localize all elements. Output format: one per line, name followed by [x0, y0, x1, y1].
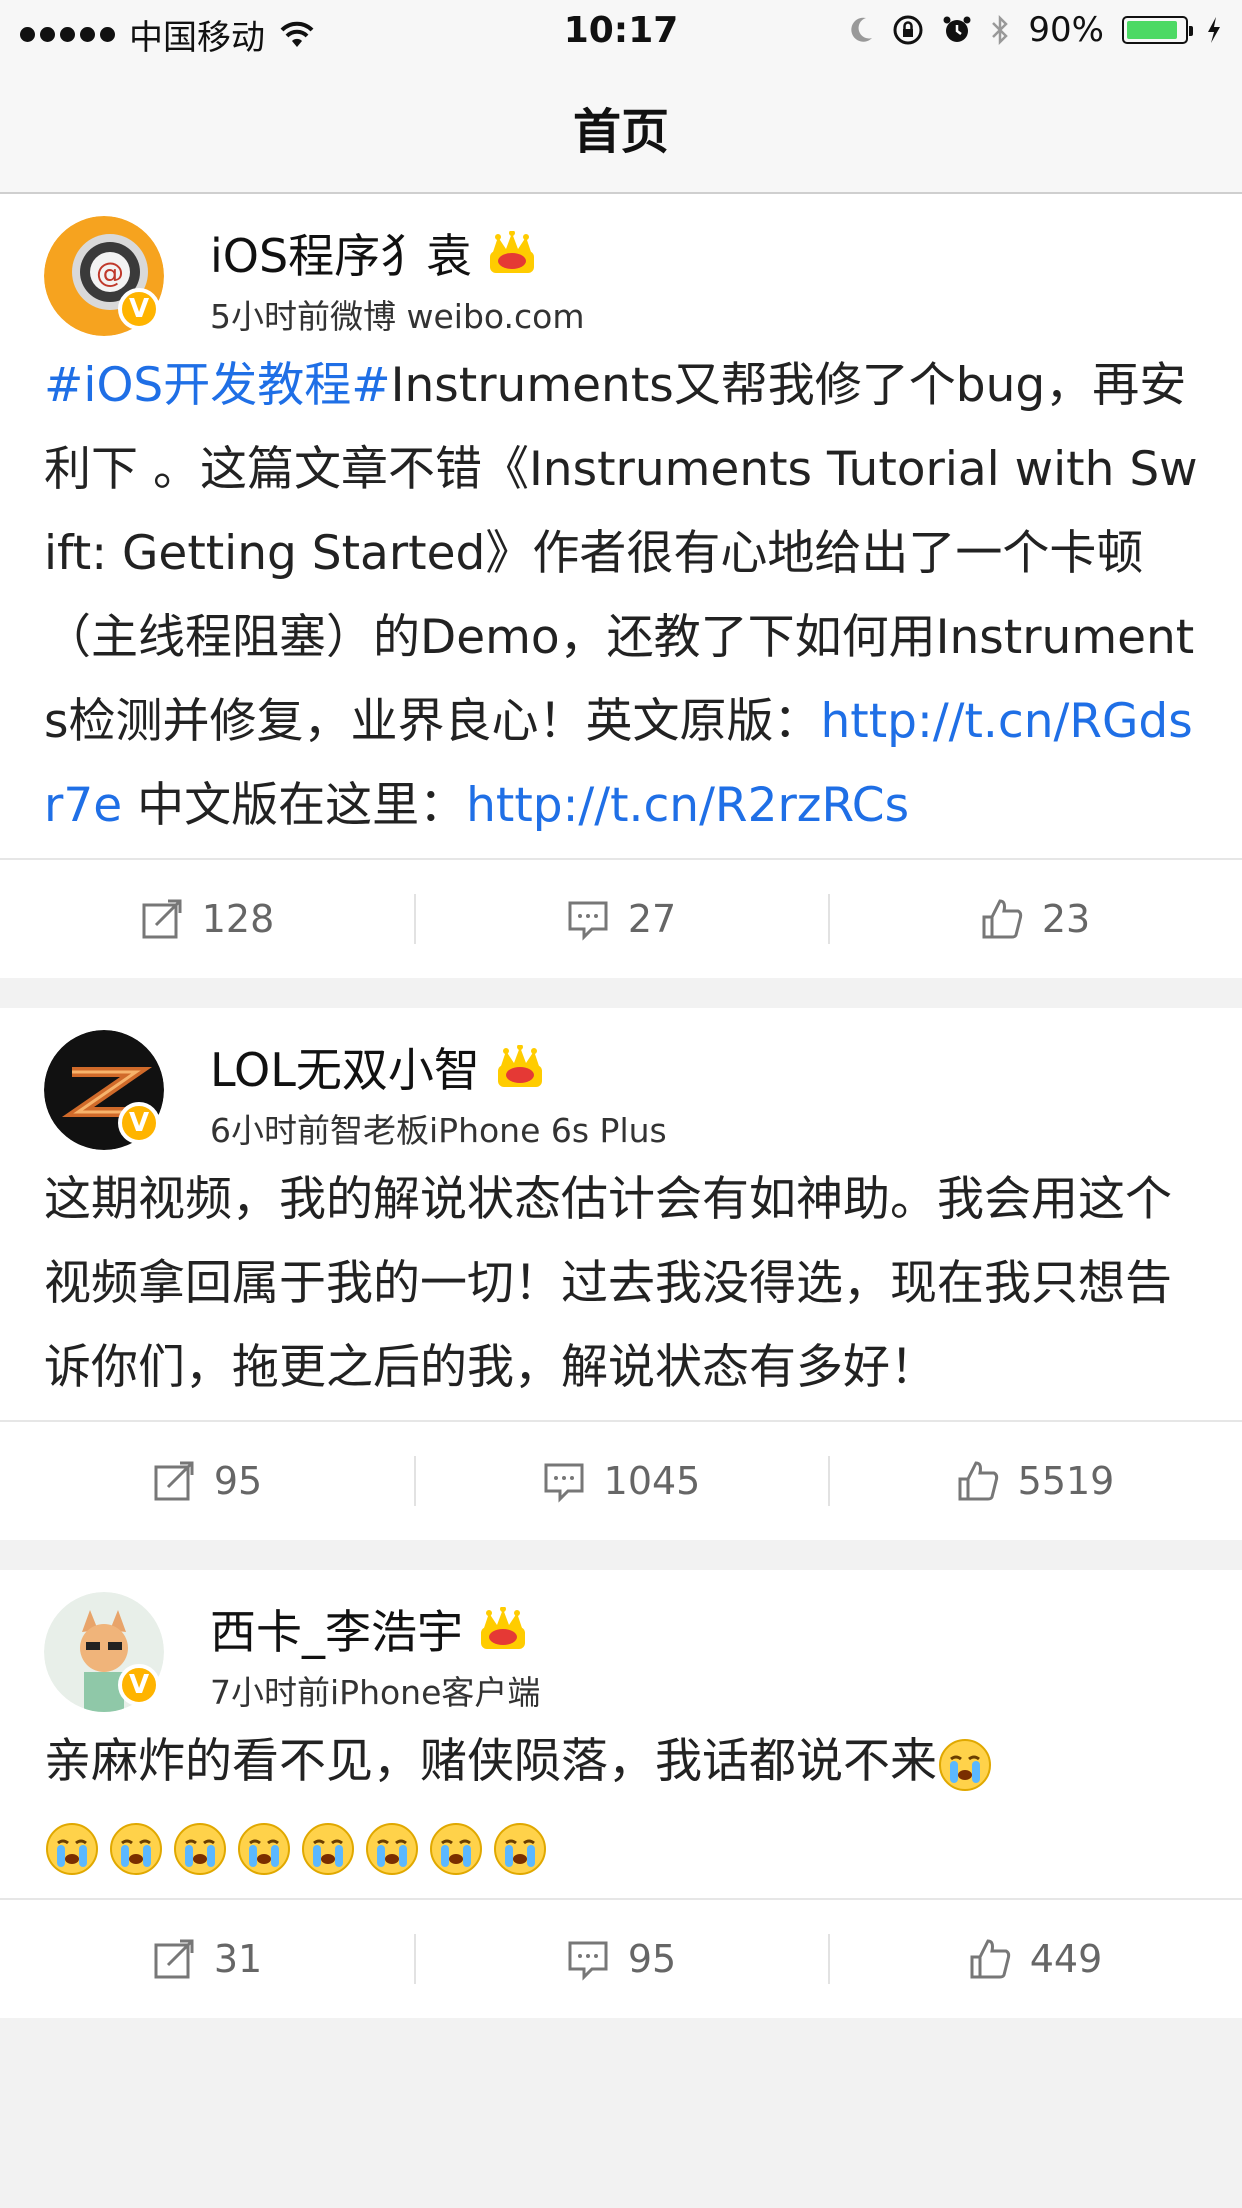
user-name[interactable]: iOS程序犭袁 [210, 220, 472, 286]
like-icon [958, 1461, 998, 1501]
comment-button[interactable]: 27 [414, 860, 828, 978]
nav-bar: 首页 [0, 62, 1242, 194]
action-bar: 95 1045 5519 [0, 1420, 1242, 1540]
crying-emoji-icon [46, 1822, 98, 1875]
verified-badge: V [118, 1664, 160, 1706]
repost-icon [154, 1939, 194, 1979]
post-meta: 5小时前微博 weibo.com [210, 297, 585, 336]
verified-badge: V [118, 288, 160, 330]
url-link[interactable]: http://t.cn/R2rzRCs [466, 778, 909, 833]
post-meta: 7小时前iPhone客户端 [210, 1673, 541, 1712]
repost-button[interactable]: 95 [0, 1422, 414, 1540]
like-count: 23 [1041, 897, 1091, 941]
svg-text:@: @ [96, 256, 124, 289]
card-header: @ V iOS程序犭袁 5小时前微博 weibo.com [0, 194, 1242, 344]
repost-icon [142, 899, 182, 939]
post-content: 这期视频，我的解说状态估计会有如神助。我会用这个视频拿回属于我的一切！过去我没得… [0, 1158, 1242, 1420]
action-bar: 128 27 23 [0, 858, 1242, 978]
status-right: 90% [848, 10, 1222, 50]
post-text: 中文版在这里： [122, 778, 467, 833]
crying-emoji-icon [302, 1822, 354, 1875]
post-text: Instruments又帮我修了个bug，再安利下 。这篇文章不错《Instru… [44, 358, 1198, 749]
post-text: 亲麻炸的看不见，赌侠陨落，我话都说不来 [44, 1734, 937, 1789]
like-button[interactable]: 449 [828, 1900, 1242, 2018]
feed-card[interactable]: V LOL无双小智 6小时前智老板iPhone 6s Plus 这期视频，我的解… [0, 1008, 1242, 1540]
crying-emoji-icon [174, 1822, 226, 1875]
battery-percent: 90% [1028, 10, 1104, 50]
battery-icon [1122, 16, 1193, 44]
comment-icon [568, 901, 608, 941]
post-text: 这期视频，我的解说状态估计会有如神助。我会用这个视频拿回属于我的一切！过去我没得… [44, 1172, 1172, 1395]
feed-list[interactable]: @ V iOS程序犭袁 5小时前微博 weibo.com #iOS开发教程#In… [0, 194, 1242, 2018]
comment-icon [568, 1941, 608, 1981]
user-name-row: iOS程序犭袁 [210, 220, 538, 286]
moon-icon [851, 17, 873, 42]
comment-icon [544, 1463, 584, 1503]
user-name[interactable]: 西卡_李浩宇 [210, 1596, 463, 1662]
crown-icon [481, 1607, 525, 1649]
post-content: 亲麻炸的看不见，赌侠陨落，我话都说不来 [0, 1720, 1242, 1898]
repost-button[interactable]: 128 [0, 860, 414, 978]
crying-emoji-icon [110, 1822, 162, 1875]
crying-emoji-icon [238, 1822, 290, 1875]
post-content: #iOS开发教程#Instruments又帮我修了个bug，再安利下 。这篇文章… [0, 344, 1242, 858]
repost-count: 128 [201, 897, 275, 941]
feed-card[interactable]: @ V iOS程序犭袁 5小时前微博 weibo.com #iOS开发教程#In… [0, 194, 1242, 978]
like-icon [970, 1939, 1010, 1979]
card-header: V LOL无双小智 6小时前智老板iPhone 6s Plus [0, 1008, 1242, 1158]
post-meta: 6小时前智老板iPhone 6s Plus [210, 1111, 667, 1150]
verified-badge: V [118, 1102, 160, 1144]
crown-icon [490, 231, 535, 273]
action-bar: 31 95 449 [0, 1898, 1242, 2018]
status-bar: 中国移动 10:17 90% [0, 0, 1242, 62]
emoji-row [44, 1818, 556, 1875]
comment-button[interactable]: 1045 [414, 1422, 828, 1540]
user-name-row: 西卡_李浩宇 [210, 1596, 529, 1662]
user-name[interactable]: LOL无双小智 [210, 1034, 480, 1100]
crown-icon [497, 1045, 542, 1087]
like-icon [982, 899, 1022, 939]
repost-button[interactable]: 31 [0, 1900, 414, 2018]
like-button[interactable]: 23 [828, 860, 1242, 978]
comment-count: 27 [627, 897, 677, 941]
page-title: 首页 [572, 104, 669, 160]
crying-emoji-icon [430, 1822, 482, 1875]
charging-icon [1208, 17, 1220, 43]
hashtag-link[interactable]: #iOS开发教程# [44, 358, 391, 413]
comment-button[interactable]: 95 [414, 1900, 828, 2018]
crying-emoji-icon [366, 1822, 418, 1875]
like-button[interactable]: 5519 [828, 1422, 1242, 1540]
repost-count: 95 [213, 1459, 263, 1503]
bluetooth-icon [992, 14, 1009, 46]
user-name-row: LOL无双小智 [210, 1034, 546, 1100]
repost-icon [154, 1461, 194, 1501]
like-count: 449 [1029, 1937, 1103, 1981]
repost-count: 31 [213, 1937, 263, 1981]
alarm-icon [943, 16, 971, 42]
like-count: 5519 [1017, 1459, 1115, 1503]
card-header: V 西卡_李浩宇 7小时前iPhone客户端 [0, 1570, 1242, 1720]
crying-emoji-icon [494, 1822, 546, 1875]
feed-card[interactable]: V 西卡_李浩宇 7小时前iPhone客户端 亲麻炸的看不见，赌侠陨落，我话都说… [0, 1570, 1242, 2018]
comment-count: 95 [627, 1937, 677, 1981]
crying-emoji-icon [939, 1738, 991, 1791]
rotation-lock-icon [893, 15, 923, 45]
comment-count: 1045 [603, 1459, 701, 1503]
